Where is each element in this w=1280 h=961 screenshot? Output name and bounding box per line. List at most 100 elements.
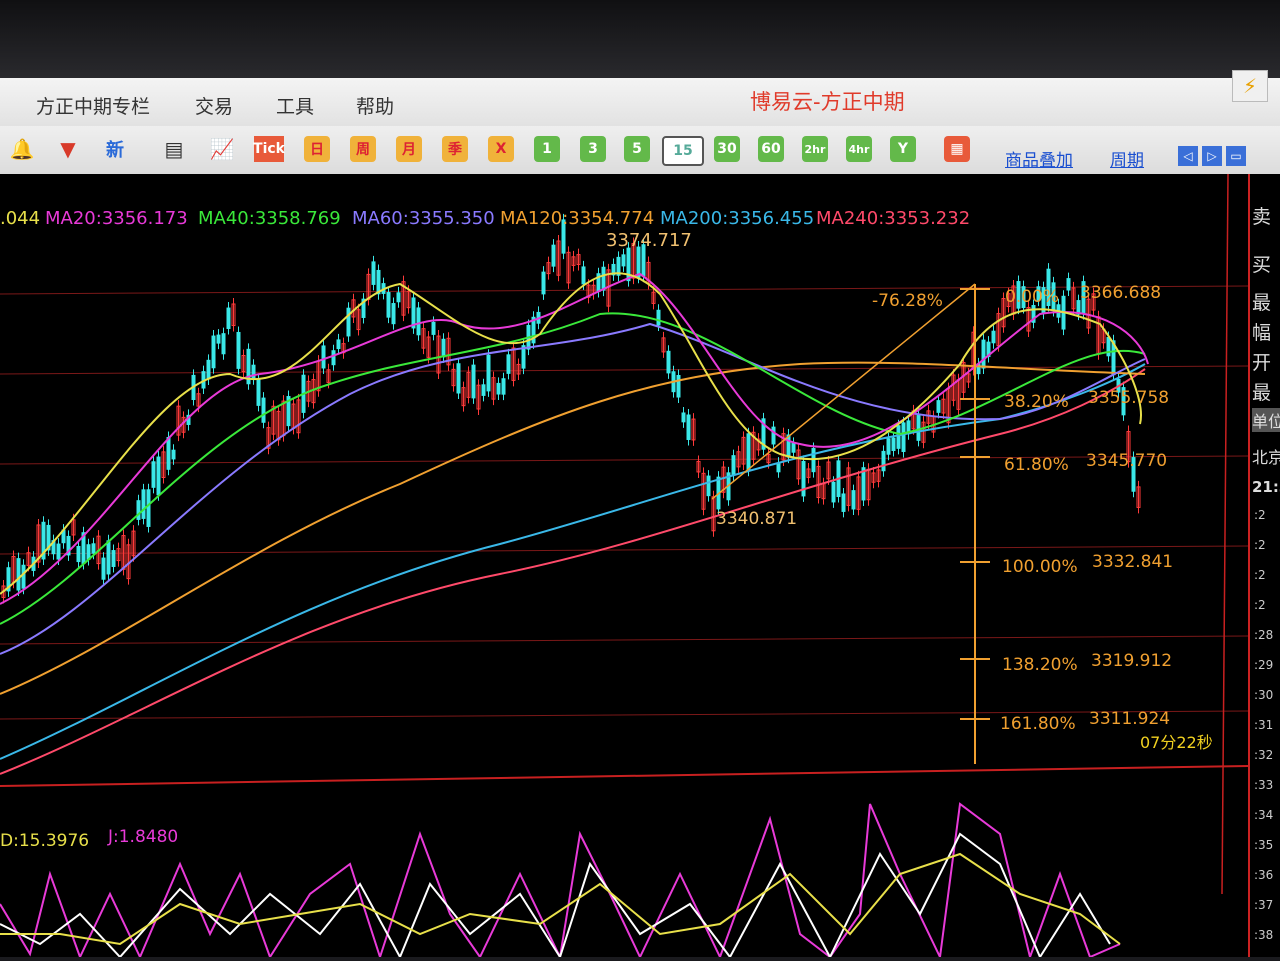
- fib-1382-pct: 138.20%: [1002, 655, 1078, 675]
- candle: [981, 339, 986, 369]
- interval-4hr-button[interactable]: 4hr: [846, 136, 872, 162]
- fib-382-pct: 38.20%: [1004, 392, 1069, 412]
- latest-label: 最: [1252, 292, 1272, 314]
- period-week-button[interactable]: 周: [350, 136, 376, 162]
- candle: [881, 450, 886, 472]
- fib-1382-price: 3319.912: [1091, 651, 1172, 671]
- candle: [146, 489, 151, 527]
- ma10-legend: .044: [0, 208, 40, 229]
- interval-5-button[interactable]: 5: [624, 136, 650, 162]
- candle: [776, 462, 781, 473]
- interval-y-button[interactable]: Y: [890, 136, 916, 162]
- new-button[interactable]: 新: [100, 136, 130, 162]
- ma40-legend: MA40:3358.769: [198, 208, 341, 229]
- fib-382-price: 3355.758: [1088, 388, 1169, 408]
- candle: [991, 330, 996, 344]
- ma-legend: .044 MA20:3356.173 MA40:3358.769 MA60:33…: [0, 208, 970, 229]
- candle: [101, 557, 106, 580]
- candle: [1066, 278, 1071, 291]
- candle: [496, 382, 501, 395]
- tick-time: :32: [1254, 748, 1274, 762]
- candle: [251, 364, 256, 380]
- ma240-legend: MA240:3353.232: [816, 208, 970, 229]
- menu-bar: 方正中期专栏 交易 工具 帮助 博易云-方正中期 ⚡: [0, 70, 1280, 126]
- fib-swing-label: -76.28%: [872, 291, 943, 311]
- period-season-button[interactable]: 季: [442, 136, 468, 162]
- period-link[interactable]: 周期: [1110, 146, 1144, 171]
- tick-time: :2: [1254, 598, 1266, 612]
- period-day-button[interactable]: 日: [304, 136, 330, 162]
- chart-area[interactable]: .044 MA20:3356.173 MA40:3358.769 MA60:33…: [0, 173, 1249, 961]
- interval-15-button[interactable]: 15: [662, 136, 704, 166]
- interval-30-button[interactable]: 30: [714, 136, 740, 162]
- interval-2hr-button[interactable]: 2hr: [802, 136, 828, 162]
- interval-3-button[interactable]: 3: [580, 136, 606, 162]
- candle: [676, 375, 681, 398]
- candle: [86, 544, 91, 560]
- candle: [391, 303, 396, 325]
- candle: [636, 246, 641, 278]
- table-icon[interactable]: ▤: [160, 136, 188, 162]
- bell-icon[interactable]: 🔔: [8, 136, 36, 162]
- menu-trade[interactable]: 交易: [195, 92, 233, 119]
- interval-1-button[interactable]: 1: [534, 136, 560, 162]
- unit-label: 单位: [1252, 408, 1280, 432]
- candle: [396, 292, 401, 303]
- ma200-legend: MA200:3356.455: [660, 208, 814, 229]
- candle: [791, 442, 796, 453]
- period-x-button[interactable]: X: [488, 136, 514, 162]
- candle: [261, 397, 266, 423]
- tick-time: :36: [1254, 868, 1274, 882]
- candle: [91, 543, 96, 554]
- kdj-panel: D:15.3976 J:1.8480: [0, 802, 1121, 961]
- candle: [901, 422, 906, 453]
- tick-button[interactable]: Tick: [253, 136, 285, 162]
- period-month-button[interactable]: 月: [396, 136, 422, 162]
- menu-fangzheng-column[interactable]: 方正中期专栏: [36, 92, 150, 119]
- menu-tools[interactable]: 工具: [276, 92, 314, 119]
- candle: [56, 543, 61, 560]
- candle: [891, 437, 896, 452]
- grid-icon[interactable]: ▦: [944, 136, 970, 162]
- kdj-j-label: J:1.8480: [107, 827, 178, 847]
- candle: [371, 261, 376, 285]
- fib-618-price: 3345.770: [1086, 451, 1167, 471]
- tick-time: :2: [1254, 568, 1266, 582]
- candle: [851, 490, 856, 510]
- countdown-timer: 07分22秒: [1140, 733, 1213, 752]
- lightning-icon[interactable]: ⚡: [1232, 70, 1268, 102]
- candle: [786, 434, 791, 458]
- scroll-right-icon[interactable]: ▷: [1202, 146, 1222, 166]
- menu-help[interactable]: 帮助: [356, 92, 394, 119]
- interval-60-button[interactable]: 60: [758, 136, 784, 162]
- scroll-left-icon[interactable]: ◁: [1178, 146, 1198, 166]
- candle: [501, 378, 506, 395]
- ma10-line: [0, 272, 1142, 595]
- fib-0-price: 3366.688: [1080, 283, 1161, 303]
- candle: [221, 333, 226, 355]
- overlay-link[interactable]: 商品叠加: [1005, 146, 1073, 171]
- candle: [16, 558, 21, 591]
- tick-time: :29: [1254, 658, 1274, 672]
- expand-icon[interactable]: ▭: [1226, 146, 1246, 166]
- candle: [581, 266, 586, 285]
- candle: [416, 307, 421, 336]
- sell-label[interactable]: 卖: [1252, 202, 1271, 229]
- candle: [481, 384, 486, 396]
- line-chart-icon[interactable]: 📈: [208, 136, 236, 162]
- buy-label[interactable]: 买: [1252, 250, 1271, 277]
- candle: [431, 321, 436, 335]
- candle: [21, 564, 26, 589]
- candle: [831, 481, 836, 503]
- low-label: 最: [1252, 382, 1272, 404]
- right-axis-line: [1221, 173, 1229, 895]
- filter-icon[interactable]: ▼: [54, 136, 82, 162]
- candle: [681, 412, 686, 423]
- candle: [171, 449, 176, 460]
- ma20-legend: MA20:3356.173: [45, 208, 188, 229]
- quote-panel: 卖 买 最 幅 开 最 单位 北京 21:3 :2:2:2:2:28:29:30…: [1248, 174, 1280, 957]
- candle: [141, 489, 146, 519]
- tick-time: :33: [1254, 778, 1274, 792]
- app-title: 博易云-方正中期: [750, 90, 905, 114]
- candle: [936, 400, 941, 413]
